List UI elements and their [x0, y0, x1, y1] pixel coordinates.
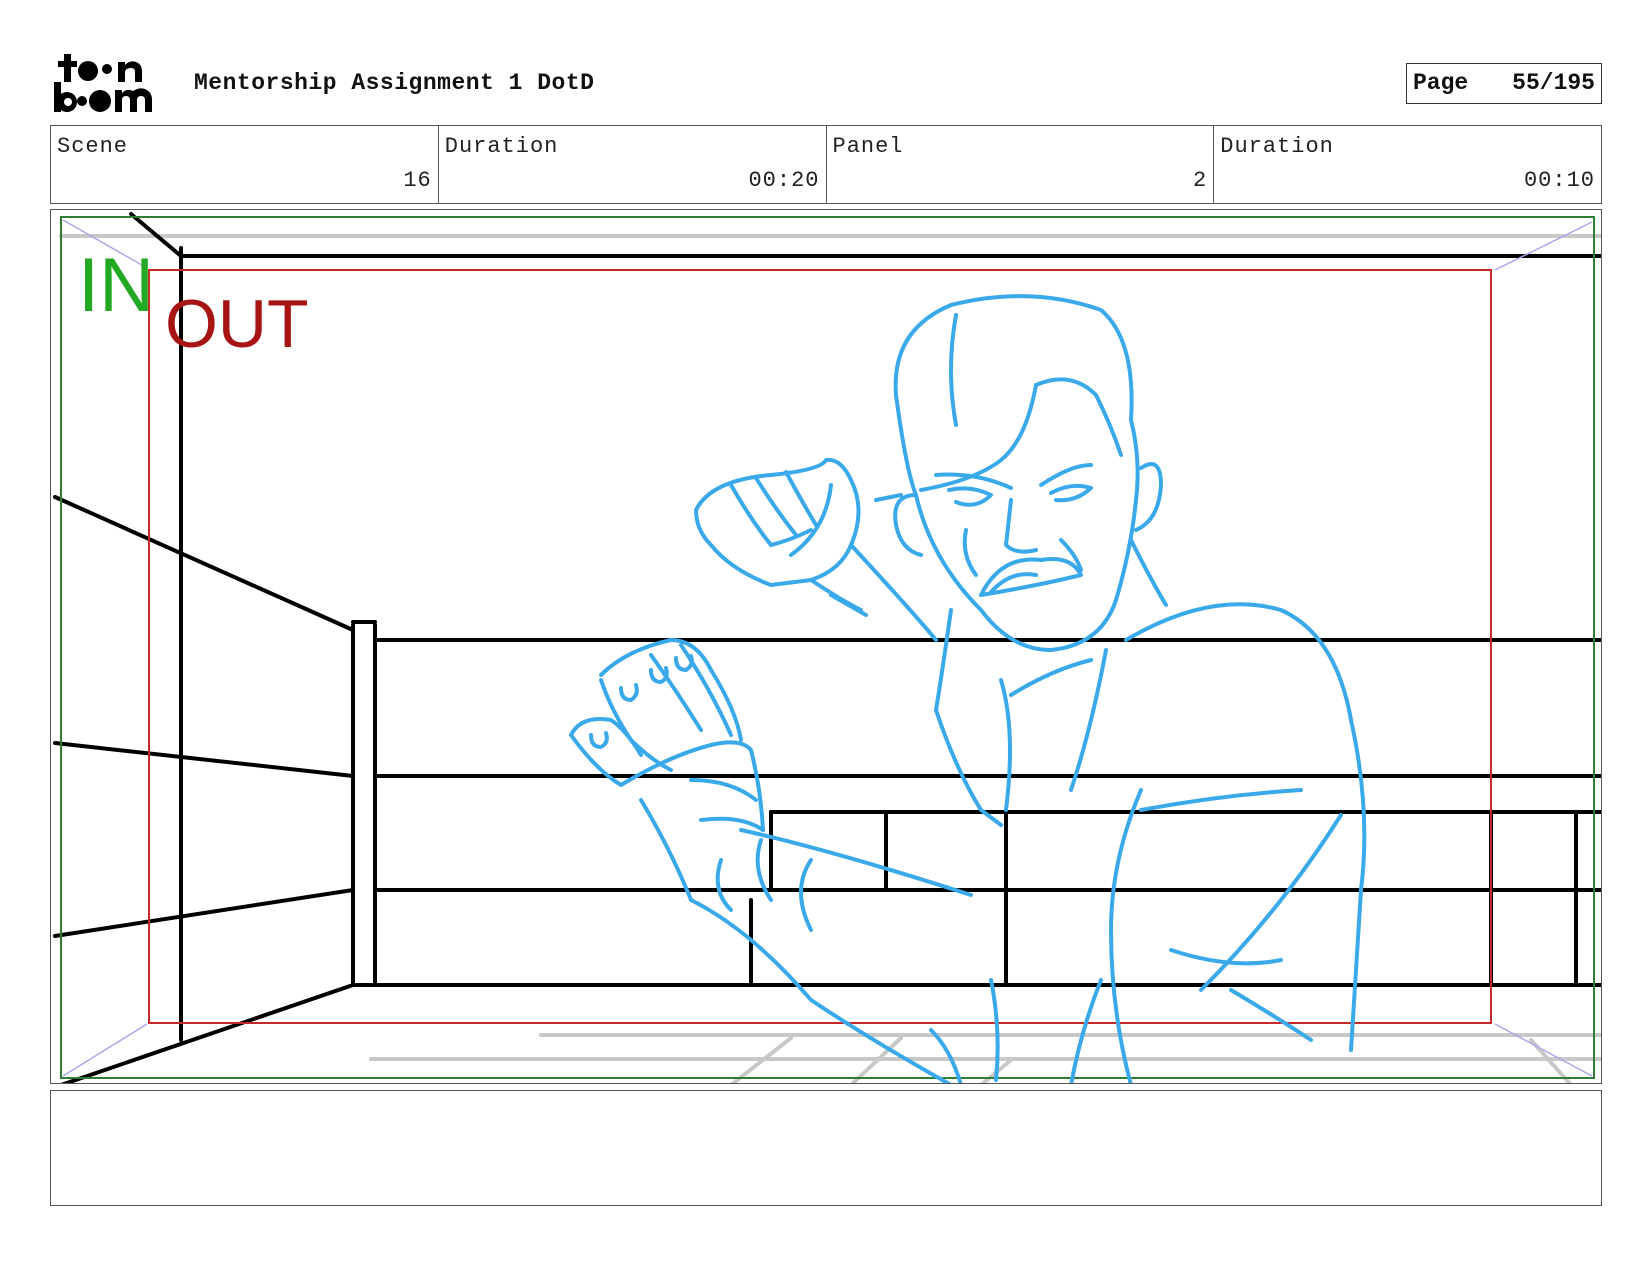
- toon-boom-logo: [52, 52, 172, 118]
- panel-number: 2: [1193, 168, 1208, 193]
- panel-label: Panel: [832, 134, 904, 159]
- panel-duration-label: Duration: [1220, 134, 1334, 159]
- page-indicator: Page 55/195: [1406, 63, 1602, 104]
- scene-duration-value: 00:20: [748, 168, 820, 193]
- scene-cell: Scene 16: [51, 126, 439, 203]
- panel-duration-cell: Duration 00:10: [1214, 126, 1601, 203]
- panel-cell: Panel 2: [827, 126, 1215, 203]
- floor-lines: [59, 234, 1601, 1083]
- out-marker: OUT: [165, 286, 309, 362]
- page-label: Page: [1413, 70, 1469, 96]
- scene-number: 16: [403, 168, 432, 193]
- scene-duration-label: Duration: [444, 134, 559, 159]
- scene-label: Scene: [57, 134, 129, 159]
- document-title: Mentorship Assignment 1 DotD: [194, 70, 595, 96]
- panel-info-row: Scene 16 Duration 00:20 Panel 2 Duration…: [50, 125, 1602, 204]
- out-frame: [148, 269, 1492, 1024]
- panel-duration-value: 00:10: [1523, 168, 1595, 193]
- scene-duration-cell: Duration 00:20: [439, 126, 827, 203]
- boxer-sketch: [569, 294, 1367, 1083]
- panel-notes-box: [50, 1090, 1602, 1206]
- in-marker: IN: [78, 243, 154, 328]
- page-number: 55/195: [1512, 70, 1595, 96]
- storyboard-panel-frame: IN OUT: [50, 209, 1602, 1084]
